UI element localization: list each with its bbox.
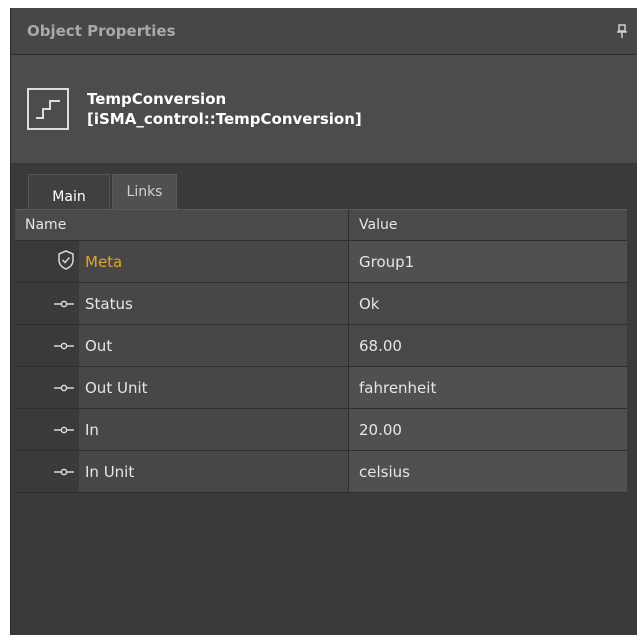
property-name: Meta [79, 241, 349, 282]
row-gutter [15, 325, 79, 366]
property-name: In Unit [79, 451, 349, 492]
slot-icon [53, 462, 75, 481]
property-row-out[interactable]: Out 68.00 [15, 325, 627, 367]
slot-icon [53, 294, 75, 313]
property-value[interactable]: Ok [349, 283, 627, 324]
row-gutter [15, 241, 79, 282]
property-grid: Name Value Meta Group1 Status Ok Out 68.… [15, 209, 627, 493]
row-gutter [15, 367, 79, 408]
property-value[interactable]: 68.00 [349, 325, 627, 366]
row-gutter [15, 451, 79, 492]
object-header: TempConversion [iSMA_control::TempConver… [11, 55, 637, 163]
property-value[interactable]: Group1 [349, 241, 627, 282]
step-function-icon [27, 88, 69, 130]
tab-links[interactable]: Links [112, 174, 177, 210]
property-name: Status [79, 283, 349, 324]
slot-icon [53, 378, 75, 397]
property-value[interactable]: celsius [349, 451, 627, 492]
property-row-status[interactable]: Status Ok [15, 283, 627, 325]
grid-header: Name Value [15, 210, 627, 241]
object-header-text: TempConversion [iSMA_control::TempConver… [87, 89, 362, 129]
shield-icon [57, 249, 75, 274]
row-gutter [15, 409, 79, 450]
object-name: TempConversion [87, 90, 227, 108]
property-name: Out [79, 325, 349, 366]
column-header-name[interactable]: Name [15, 210, 349, 240]
property-row-in[interactable]: In 20.00 [15, 409, 627, 451]
object-type: [iSMA_control::TempConversion] [87, 110, 362, 128]
panel-titlebar: Object Properties [11, 8, 637, 55]
slot-icon [53, 420, 75, 439]
property-row-meta[interactable]: Meta Group1 [15, 241, 627, 283]
column-header-value[interactable]: Value [349, 210, 627, 240]
property-value[interactable]: fahrenheit [349, 367, 627, 408]
property-value[interactable]: 20.00 [349, 409, 627, 450]
pin-icon[interactable] [615, 23, 629, 39]
slot-icon [53, 336, 75, 355]
property-row-in-unit[interactable]: In Unit celsius [15, 451, 627, 493]
row-gutter [15, 283, 79, 324]
property-name: In [79, 409, 349, 450]
property-name: Out Unit [79, 367, 349, 408]
property-row-out-unit[interactable]: Out Unit fahrenheit [15, 367, 627, 409]
panel-title: Object Properties [27, 22, 176, 40]
